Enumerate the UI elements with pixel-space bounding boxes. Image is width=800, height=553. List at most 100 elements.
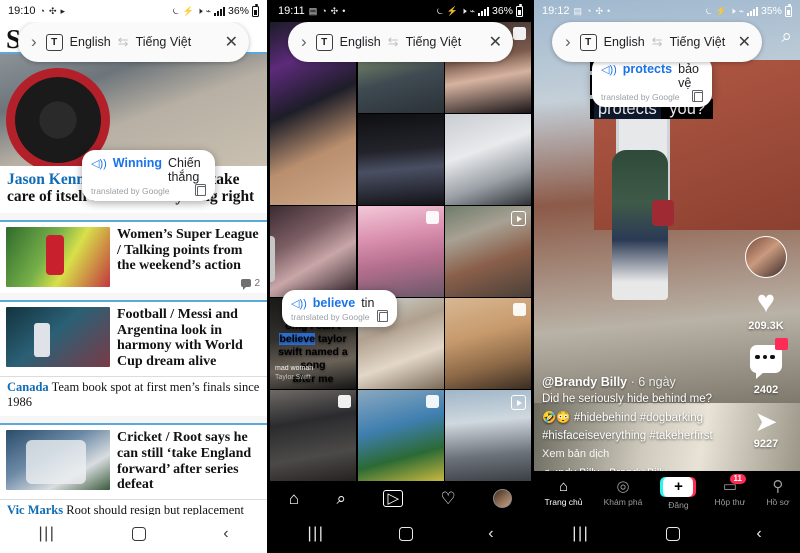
tab-inbox[interactable]: ▭ 11 Hộp thư (715, 474, 746, 507)
source-word: Winning (112, 156, 162, 170)
avatar[interactable] (493, 488, 513, 508)
share-icon[interactable]: ➤ (754, 407, 777, 435)
copy-icon[interactable] (692, 90, 703, 102)
translation-bubble[interactable]: ◁)) protects bảo vệ translated by Google (592, 56, 712, 107)
search-icon[interactable]: ⌕ (781, 26, 792, 48)
tiktok-tab-bar[interactable]: ⌂ Trang chủ ◎ Khám phá + Đăng ▭ 11 Hộp t… (534, 471, 800, 515)
video-caption[interactable]: @Brandy Billy · 6 ngày Did he seriously … (542, 375, 742, 479)
overlay-highlight-word: believe (279, 333, 316, 346)
drag-handle[interactable] (270, 236, 275, 282)
target-language[interactable]: Tiếng Việt (670, 35, 726, 49)
instagram-tab-bar[interactable]: ⌂ ⌕ ▷ ♡ (270, 481, 531, 515)
target-language[interactable]: Tiếng Việt (136, 35, 192, 49)
wifi-icon: ⌁ (738, 5, 744, 16)
back-button[interactable]: ‹ (756, 525, 761, 543)
recents-button[interactable]: ||| (572, 525, 589, 543)
grid-item[interactable] (357, 206, 444, 297)
tab-create[interactable]: + Đăng (660, 476, 697, 510)
home-icon[interactable]: ⌂ (289, 490, 299, 507)
home-button[interactable] (665, 527, 680, 541)
translate-toolbar[interactable]: › T English ⇆ Tiếng Việt ✕ (18, 22, 249, 62)
share-count: 9227 (753, 438, 779, 451)
text-translate-icon[interactable]: T (579, 33, 597, 51)
grid-item[interactable] (445, 390, 531, 481)
article-row[interactable]: Cricket / Root says he can still ‘take E… (0, 425, 267, 499)
android-nav-bar[interactable]: ||| ‹ (0, 515, 267, 553)
target-language[interactable]: Tiếng Việt (406, 35, 462, 49)
article-subitem[interactable]: Vic Marks Root should resign but replace… (0, 499, 267, 515)
attribution-text: translated by Google (601, 92, 680, 102)
text-translate-icon[interactable]: T (45, 33, 63, 51)
chevron-right-icon[interactable]: › (299, 32, 309, 52)
article-title: Cricket / Root says he can still ‘take E… (117, 430, 261, 493)
close-icon[interactable]: ✕ (223, 32, 238, 52)
grid-item[interactable] (357, 114, 444, 205)
source-language[interactable]: English (340, 35, 381, 49)
wifi-icon: ⌁ (205, 5, 211, 16)
translate-toolbar[interactable]: › T English ⇆ Tiếng Việt ✕ (288, 22, 513, 62)
grid-item[interactable] (445, 298, 531, 389)
source-language[interactable]: English (70, 35, 111, 49)
swap-languages-icon[interactable]: ⇆ (388, 34, 399, 50)
back-button[interactable]: ‹ (223, 525, 228, 543)
post-time-ago: · 6 ngày (630, 375, 676, 390)
swap-languages-icon[interactable]: ⇆ (118, 34, 129, 50)
creator-avatar[interactable] (745, 236, 787, 278)
article-row[interactable]: Football / Messi and Argentina look in h… (0, 302, 267, 376)
alarm-icon: ⏾ (172, 5, 180, 16)
close-icon[interactable]: ✕ (736, 32, 751, 52)
chevron-right-icon[interactable]: › (563, 32, 573, 52)
android-nav-bar[interactable]: ||| ‹ (270, 515, 531, 553)
comment-bubble-icon (241, 279, 252, 291)
grid-item[interactable] (357, 390, 444, 481)
like-icon[interactable]: ♥ (757, 286, 775, 317)
back-button[interactable]: ‹ (488, 525, 493, 543)
article-subitem[interactable]: Canada Team book spot at first men’s fin… (0, 375, 267, 416)
translate-toolbar[interactable]: › T English ⇆ Tiếng Việt ✕ (552, 22, 762, 62)
speaker-icon[interactable]: ◁)) (91, 157, 107, 170)
grid-item[interactable] (445, 206, 531, 297)
copy-icon[interactable] (377, 310, 388, 322)
heart-icon[interactable]: ♡ (441, 490, 456, 507)
android-nav-bar[interactable]: ||| ‹ (534, 515, 800, 553)
tab-home[interactable]: ⌂ Trang chủ (545, 479, 583, 507)
grid-item[interactable] (270, 390, 356, 481)
search-icon[interactable]: ⌕ (336, 490, 346, 507)
article-list[interactable]: Jason Kenny / ▮▮Winning will take care o… (0, 52, 267, 515)
article-row[interactable]: Women’s Super League / Talking points fr… (0, 222, 267, 293)
copy-icon[interactable] (195, 184, 206, 196)
creator-username-row[interactable]: @Brandy Billy · 6 ngày (542, 375, 742, 389)
grid-item[interactable] (445, 114, 531, 205)
comment-icon[interactable] (750, 337, 788, 379)
recents-button[interactable]: ||| (38, 525, 55, 543)
article-card[interactable]: Cricket / Root says he can still ‘take E… (0, 422, 267, 515)
see-translation-link[interactable]: Xem bản dịch (542, 448, 742, 460)
grid-item[interactable] (270, 206, 356, 297)
explore-grid[interactable]: omg i can’t believe taylor swift named a… (270, 22, 531, 481)
source-language[interactable]: English (604, 35, 645, 49)
article-kicker: Football / (117, 306, 175, 322)
alarm-icon: ⏾ (436, 5, 444, 16)
speaker-icon[interactable]: ◁)) (601, 63, 617, 76)
comment-count[interactable]: 2 (241, 278, 260, 291)
home-button[interactable] (399, 527, 414, 541)
creator-username[interactable]: @Brandy Billy (542, 375, 627, 389)
swap-languages-icon[interactable]: ⇆ (652, 34, 663, 50)
signal-icon (213, 6, 225, 16)
recents-button[interactable]: ||| (307, 525, 324, 543)
translation-bubble[interactable]: ◁)) Winning Chiến thắng translated by Go… (82, 150, 215, 201)
tab-profile[interactable]: ⚲ Hồ sơ (766, 479, 789, 507)
speaker-icon[interactable]: ◁)) (291, 297, 307, 310)
article-card[interactable]: Women’s Super League / Talking points fr… (0, 219, 267, 293)
chevron-right-icon[interactable]: › (29, 32, 39, 52)
reels-icon[interactable]: ▷ (383, 489, 404, 507)
text-translate-icon[interactable]: T (315, 33, 333, 51)
multi-photo-icon (513, 303, 526, 317)
volume-off-icon: 🕨 (460, 5, 467, 16)
tab-discover[interactable]: ◎ Khám phá (604, 479, 643, 507)
translation-bubble[interactable]: ◁)) believe tin translated by Google (282, 290, 397, 327)
article-card[interactable]: Football / Messi and Argentina look in h… (0, 299, 267, 416)
close-icon[interactable]: ✕ (487, 32, 502, 52)
home-button[interactable] (132, 527, 147, 541)
status-time: 19:12 (542, 5, 570, 17)
